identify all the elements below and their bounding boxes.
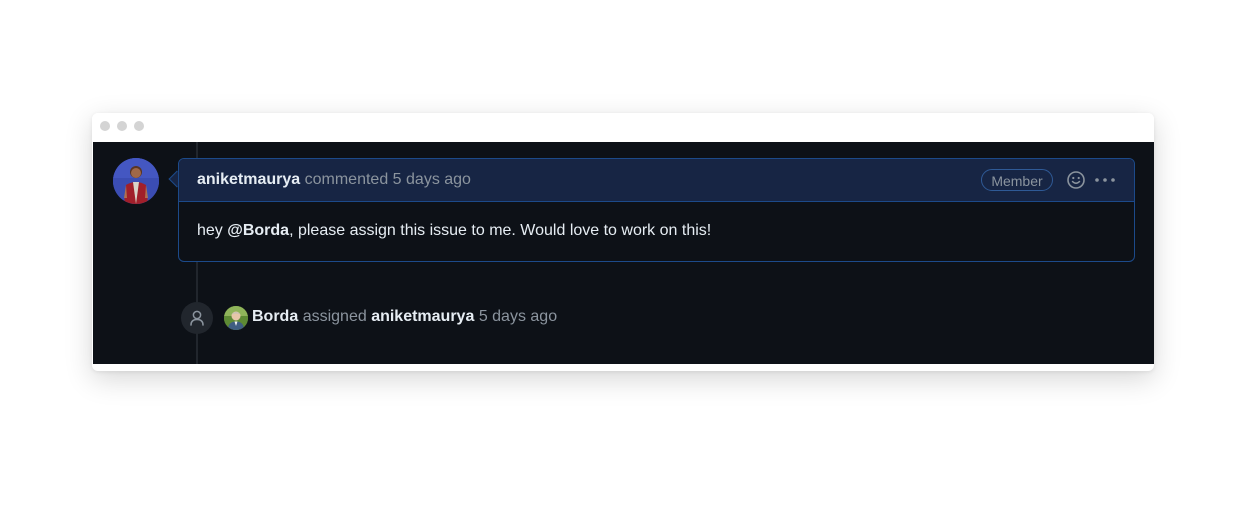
issue-timeline: aniketmaurya commented 5 days ago Member [93,142,1154,364]
kebab-horizontal-icon[interactable] [1093,170,1117,190]
assign-event: Borda assigned aniketmaurya 5 days ago [252,308,557,326]
event-actor-link[interactable]: Borda [252,308,298,325]
comment-body: hey @Borda, please assign this issue to … [197,222,711,240]
comment-timestamp[interactable]: 5 days ago [393,171,471,188]
member-badge: Member [981,169,1053,191]
author-avatar[interactable] [113,158,159,204]
comment-header: aniketmaurya commented 5 days ago Member [179,159,1134,202]
event-action: assigned [302,308,367,325]
event-target-link[interactable]: aniketmaurya [371,308,474,325]
comment-action: commented [304,171,389,188]
actor-avatar[interactable] [224,306,248,330]
browser-window: aniketmaurya commented 5 days ago Member [92,113,1154,371]
comment-card: aniketmaurya commented 5 days ago Member [178,158,1135,262]
user-mention-link[interactable]: @Borda [227,222,289,239]
comment-meta: aniketmaurya commented 5 days ago [197,171,471,189]
comment-text-prefix: hey [197,222,228,239]
event-timestamp[interactable]: 5 days ago [479,308,557,325]
smiley-icon[interactable] [1066,170,1086,190]
window-titlebar [92,113,1154,141]
window-close-dot[interactable] [100,121,110,131]
window-minimize-dot[interactable] [117,121,127,131]
person-icon [181,302,213,334]
comment-text-suffix: , please assign this issue to me. Would … [289,222,712,239]
window-maximize-dot[interactable] [134,121,144,131]
comment-author-link[interactable]: aniketmaurya [197,171,300,188]
